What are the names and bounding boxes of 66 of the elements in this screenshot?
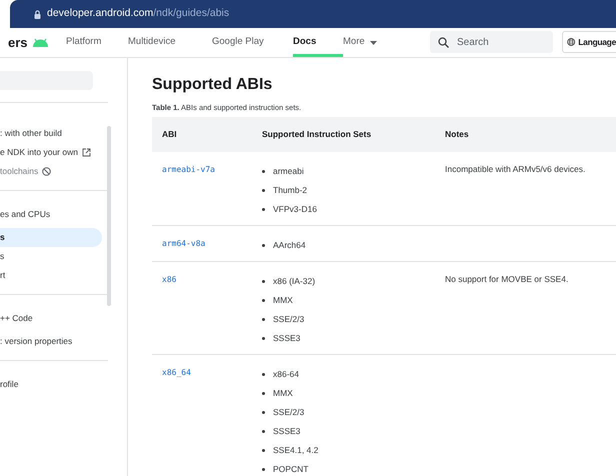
table-cell: Incompatible with ARMv5/v6 devices. (445, 164, 586, 174)
globe-icon (567, 36, 576, 48)
instruction-set: x86-64 (273, 368, 299, 382)
instruction-set: VFPv3-D16 (273, 203, 317, 216)
instruction-set: SSE/2/3 (273, 313, 304, 326)
bullet-icon (262, 468, 265, 472)
abi-link[interactable]: arm64-v8a (162, 239, 206, 248)
instruction-set: x86 (IA-32) (273, 275, 316, 288)
instruction-set: AArch64 (273, 239, 306, 252)
sidebar-item[interactable]: rofile (0, 370, 108, 398)
instruction-set: SSSE3 (273, 425, 300, 438)
sidebar-item[interactable]: : with other build (0, 124, 108, 143)
bullet-icon (262, 430, 265, 434)
sidebar-item[interactable]: ++ Code (0, 304, 108, 332)
nav-tab[interactable]: Google Play (212, 28, 293, 57)
bullet-icon (262, 280, 265, 284)
sidebar-item[interactable]: : version properties (0, 332, 108, 351)
bullet-icon (262, 299, 265, 302)
instruction-set: MMX (273, 387, 293, 400)
bullet-icon (262, 170, 265, 174)
bullet-icon (262, 337, 265, 340)
instruction-set: SSE4.1, 4.2 (273, 444, 318, 458)
abi-link[interactable]: armeabi-v7a (162, 165, 215, 174)
abi-link[interactable]: x86_64 (162, 368, 191, 378)
android-icon (32, 38, 49, 47)
instruction-set: SSE/2/3 (273, 406, 304, 420)
column-header: Supported Instruction Sets (262, 129, 372, 140)
bullet-icon (262, 449, 265, 452)
abi-link[interactable]: x86 (162, 275, 176, 284)
sidebar-item[interactable]: s (0, 228, 102, 247)
sidebar-item[interactable]: toolchains (0, 162, 108, 181)
instruction-set: SSSE3 (273, 332, 300, 346)
instruction-set: MMX (273, 294, 293, 308)
ban-icon (42, 167, 52, 176)
bullet-icon (262, 208, 265, 212)
sidebar-item[interactable]: e NDK into your own (0, 143, 108, 162)
lock-icon (34, 10, 41, 18)
brand-text: ers (8, 34, 28, 52)
bullet-icon (262, 189, 265, 192)
bullet-icon (262, 411, 265, 414)
bullet-icon (262, 373, 265, 376)
instruction-set: Thumb-2 (273, 184, 308, 198)
external-link-icon (82, 148, 91, 157)
page-title: Supported ABIs (152, 75, 274, 95)
nav-tab[interactable]: More (343, 28, 403, 57)
nav-tab[interactable]: Platform (66, 28, 128, 57)
url-text: developer.android.com/ndk/guides/abis (47, 6, 230, 22)
scrollbar[interactable] (107, 126, 111, 306)
nav-tab[interactable]: Multidevice (128, 28, 212, 57)
instruction-set: POPCNT (273, 463, 308, 476)
bullet-icon (262, 244, 265, 248)
column-header: Notes (445, 129, 469, 140)
bullet-icon (262, 318, 265, 322)
sidebar-item[interactable]: es and CPUs (0, 200, 108, 228)
bullet-icon (262, 392, 265, 396)
instruction-set: armeabi (273, 165, 304, 178)
address-bar[interactable]: developer.android.com/ndk/guides/abis (10, 0, 616, 28)
nav-tab[interactable]: Docs (293, 28, 343, 57)
table-cell: No support for MOVBE or SSE4. (445, 274, 568, 284)
sidebar-item[interactable]: s (0, 247, 108, 266)
search-icon (438, 37, 449, 48)
caret-icon (370, 40, 377, 44)
column-header: ABI (162, 129, 177, 140)
language-button[interactable]: Language (562, 31, 616, 53)
search-field[interactable]: Search (430, 31, 553, 53)
sidebar-item[interactable]: rt (0, 266, 108, 285)
